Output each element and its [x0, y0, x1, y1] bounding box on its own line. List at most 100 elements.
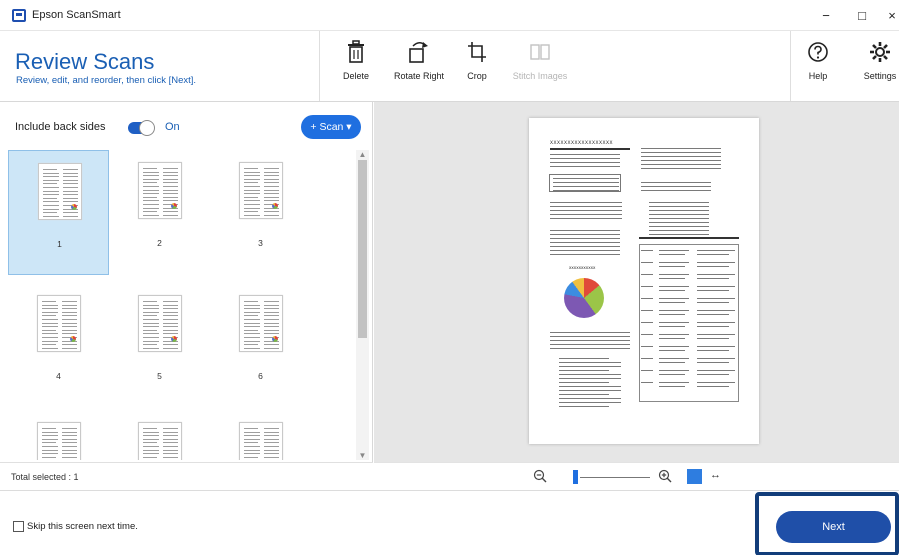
rotate-right-button[interactable]: Rotate Right	[390, 39, 448, 91]
document-text-line	[659, 350, 685, 351]
document-text-line	[659, 334, 689, 335]
minimize-button[interactable]: −	[811, 6, 841, 26]
toolbar-divider	[319, 31, 320, 101]
zoom-slider-thumb[interactable]	[573, 470, 578, 484]
page-thumbnail[interactable]	[8, 410, 109, 460]
delete-button[interactable]: Delete	[338, 39, 374, 91]
scrollbar-thumb[interactable]	[358, 160, 367, 338]
maximize-button[interactable]: □	[847, 6, 877, 26]
rotate-right-icon	[409, 42, 428, 63]
document-text-line	[639, 237, 739, 239]
document-text-line	[649, 230, 709, 231]
thumbnail-page-image	[239, 162, 283, 219]
thumbnail-pie-chart	[272, 203, 278, 209]
document-text-line	[697, 250, 735, 251]
document-text-line	[550, 162, 620, 163]
document-text-line	[559, 358, 609, 359]
skip-screen-label: Skip this screen next time.	[27, 521, 138, 532]
chart-title: XXXXXXXXXXX	[569, 267, 596, 271]
page-thumbnail[interactable]: 2	[109, 150, 210, 275]
page-subtitle: Review, edit, and reorder, then click [N…	[16, 75, 197, 86]
document-text-line	[659, 362, 685, 363]
scroll-up-icon[interactable]: ▲	[356, 150, 369, 159]
preview-area: XXXXXXXXXXXXXXXXXX XXXXXXXXXXX	[374, 102, 899, 462]
thumbnail-page-number: 3	[258, 238, 263, 248]
document-text-line	[550, 234, 620, 235]
document-text-line	[649, 222, 709, 223]
thumbnail-page-image	[239, 422, 283, 460]
document-text-line	[550, 218, 622, 219]
document-text-line	[659, 298, 689, 299]
crop-button[interactable]: Crop	[462, 39, 492, 91]
thumbnail-pie-chart	[71, 204, 77, 210]
zoom-out-icon[interactable]	[533, 469, 547, 483]
document-text-line	[559, 370, 609, 371]
document-text-line	[697, 298, 735, 299]
thumbnail-pie-chart	[272, 336, 278, 342]
document-text-line	[559, 386, 621, 387]
document-text-line	[641, 250, 653, 251]
document-text-line	[550, 202, 622, 203]
page-thumbnail[interactable]	[210, 410, 311, 460]
document-text-line	[649, 206, 709, 207]
gear-icon	[870, 42, 890, 62]
thumbnail-pie-chart	[171, 336, 177, 342]
fit-to-window-icon[interactable]	[687, 469, 702, 484]
document-text-line	[550, 166, 620, 167]
actual-size-icon[interactable]: ↔	[710, 469, 721, 481]
document-text-line	[559, 406, 609, 407]
help-label: Help	[808, 71, 828, 81]
document-text-line	[697, 266, 729, 267]
document-text-line	[659, 290, 685, 291]
include-back-sides-toggle[interactable]	[128, 120, 155, 136]
help-button[interactable]: Help	[803, 39, 833, 91]
page-thumbnail[interactable]: 5	[109, 283, 210, 408]
document-text-line	[659, 254, 685, 255]
zoom-bar: ↔	[374, 462, 899, 490]
document-text-line	[659, 338, 685, 339]
document-text-line	[550, 344, 630, 345]
document-text-line	[641, 274, 653, 275]
zoom-in-icon[interactable]	[658, 469, 672, 483]
page-thumbnail[interactable]: 1	[8, 150, 109, 275]
thumbnail-page-number: 4	[56, 371, 61, 381]
page-thumbnail[interactable]: 3	[210, 150, 311, 275]
stitch-images-button[interactable]: Stitch Images	[508, 39, 572, 91]
skip-screen-checkbox[interactable]	[13, 521, 24, 532]
settings-button[interactable]: Settings	[861, 39, 899, 91]
document-text-line	[697, 310, 735, 311]
next-button[interactable]: Next	[776, 511, 891, 543]
thumbnail-scrollbar[interactable]: ▲ ▼	[356, 150, 369, 460]
document-text-line	[553, 182, 619, 183]
document-text-line	[550, 332, 630, 333]
document-text-line	[659, 322, 689, 323]
page-thumbnail[interactable]: 4	[8, 283, 109, 408]
preview-document[interactable]: XXXXXXXXXXXXXXXXXX XXXXXXXXXXX	[529, 118, 759, 444]
scan-button[interactable]: + Scan ▾	[301, 115, 361, 139]
document-text-line	[559, 366, 621, 367]
document-text-line	[641, 310, 653, 311]
document-text-line	[550, 230, 620, 231]
scroll-down-icon[interactable]: ▼	[356, 451, 369, 460]
header: Review Scans Review, edit, and reorder, …	[0, 31, 899, 102]
document-text-line	[659, 314, 685, 315]
document-text-line	[649, 202, 709, 203]
trash-icon	[348, 40, 364, 63]
title-bar: Epson ScanSmart − □ ×	[0, 0, 899, 31]
document-text-line	[697, 386, 729, 387]
document-text-line	[659, 370, 689, 371]
document-text-line	[697, 290, 729, 291]
document-text-line	[659, 382, 689, 383]
document-text-line	[697, 374, 729, 375]
document-text-line	[697, 286, 735, 287]
document-text-line	[641, 168, 721, 169]
page-thumbnail[interactable]: 6	[210, 283, 311, 408]
crop-label: Crop	[467, 71, 487, 81]
document-text-line	[550, 242, 620, 243]
page-thumbnail[interactable]	[109, 410, 210, 460]
document-text-line	[697, 358, 735, 359]
close-button[interactable]: ×	[877, 6, 899, 26]
zoom-slider-track[interactable]	[580, 477, 650, 478]
document-text-line	[550, 254, 620, 255]
document-text-line	[553, 190, 619, 191]
